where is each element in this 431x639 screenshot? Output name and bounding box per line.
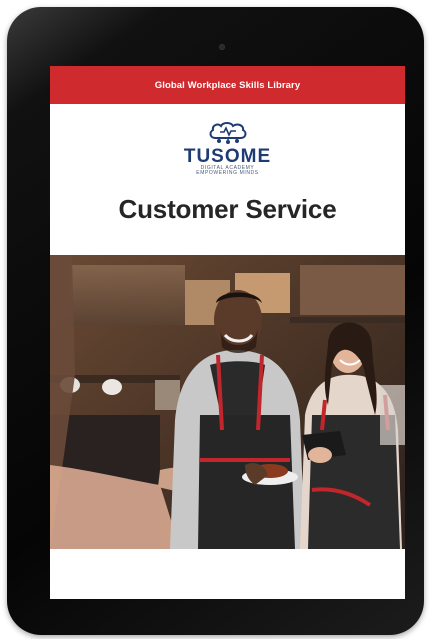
library-banner-text: Global Workplace Skills Library <box>154 79 301 91</box>
brain-icon <box>209 121 246 144</box>
cover-footer <box>50 549 405 599</box>
tusome-logo: TUSOME DIGITAL ACADEMY EMPOWERING MINDS <box>50 104 405 188</box>
tablet-device: Global Workplace Skills Library TUSOME D… <box>7 7 424 635</box>
ebook-cover[interactable]: Global Workplace Skills Library TUSOME D… <box>50 66 405 599</box>
cover-photo <box>50 255 405 549</box>
logo-wordmark: TUSOME <box>183 145 272 167</box>
book-title: Customer Service <box>118 194 337 224</box>
library-banner: Global Workplace Skills Library <box>50 66 405 104</box>
logo-tagline-2: EMPOWERING MINDS <box>196 170 259 176</box>
camera-icon <box>219 44 225 50</box>
